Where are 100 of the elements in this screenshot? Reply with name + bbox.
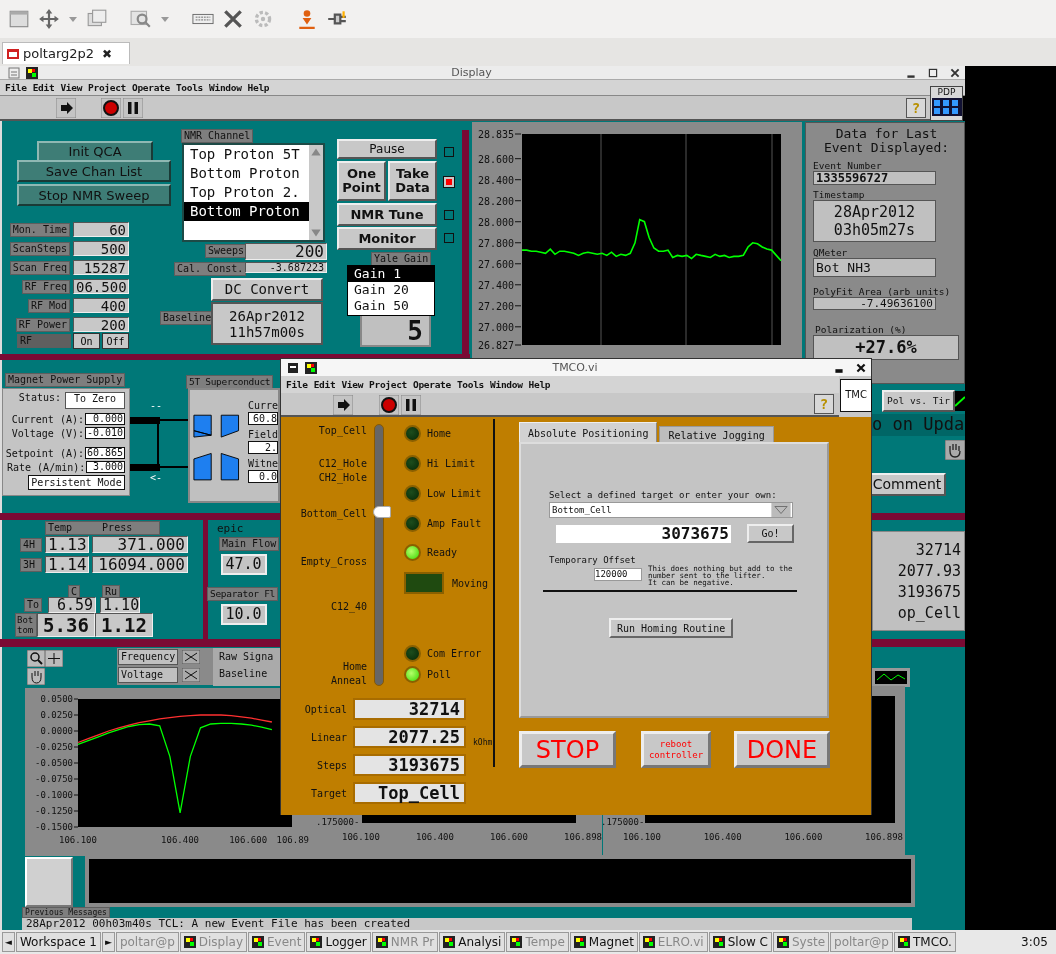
light-label: Com Error	[427, 648, 482, 659]
action-button[interactable]: One Point	[337, 161, 386, 201]
menu-item[interactable]: Tools	[175, 82, 204, 93]
list-item[interactable]: Bottom Proton	[184, 202, 309, 221]
light-label: Amp Fault	[427, 518, 482, 529]
list-item[interactable]: Bottom Proton	[184, 164, 309, 183]
position-label: Empty_Cross	[300, 556, 367, 567]
menu-item[interactable]: Edit	[313, 379, 336, 390]
download-person-icon[interactable]	[296, 8, 318, 30]
menu-item[interactable]: Operate	[132, 82, 170, 93]
panel-button[interactable]: Save Chan List	[17, 160, 171, 182]
param-field[interactable]: 15287	[73, 260, 129, 275]
plot-button[interactable]: Pol vs. Tir	[882, 390, 955, 412]
list-item[interactable]: Gain 1	[348, 266, 434, 282]
param-field[interactable]: 400	[73, 298, 129, 313]
legend-label: Baseline	[219, 668, 269, 680]
hand-icon[interactable]	[945, 440, 965, 460]
axis-label: -0.1500	[35, 822, 73, 832]
temp-value: 1.12	[95, 613, 153, 637]
menu-item[interactable]: View	[60, 82, 83, 93]
wave-icon[interactable]	[872, 668, 910, 687]
window-icon[interactable]	[8, 8, 30, 30]
axis-label: -0.0250	[35, 742, 73, 752]
menu-item[interactable]: Help	[247, 82, 270, 93]
menu-item[interactable]: File	[5, 82, 27, 93]
workspace-button[interactable]: Workspace 1	[15, 932, 101, 952]
action-button[interactable]: Monitor	[337, 227, 437, 250]
menu-item[interactable]: File	[286, 379, 308, 390]
panel-button[interactable]: Stop NMR Sweep	[17, 184, 171, 206]
window-title: TMCO.vi	[551, 361, 599, 374]
list-item[interactable]: Top Proton 5T	[184, 145, 309, 164]
list-item[interactable]: Gain 20	[348, 282, 434, 298]
close-icon[interactable]	[949, 66, 961, 79]
menu-item[interactable]: Project	[369, 379, 407, 390]
menu-item[interactable]: Project	[88, 82, 126, 93]
slider-thumb[interactable]	[373, 506, 391, 519]
taskbar-item[interactable]: TMCO.	[893, 932, 956, 952]
vi-icon	[252, 936, 265, 948]
window-menu-icon[interactable]	[287, 361, 299, 374]
magnifier-icon[interactable]	[130, 8, 152, 30]
run-arrow-icon[interactable]	[333, 395, 353, 415]
offset-field[interactable]: 120000	[594, 568, 642, 581]
maximize-icon[interactable]	[927, 66, 939, 79]
column-header: Press	[102, 522, 133, 534]
param-field[interactable]: 06.500	[73, 279, 129, 294]
stop-icon[interactable]	[379, 395, 399, 415]
menu-item[interactable]: Window	[209, 82, 242, 93]
menu-item[interactable]: Operate	[413, 379, 451, 390]
param-field[interactable]: 500	[73, 241, 129, 256]
document-tab[interactable]: poltarg2p2 ✖	[2, 42, 130, 64]
action-button[interactable]: Pause	[337, 139, 437, 159]
scale-icon[interactable]	[182, 668, 200, 682]
action-button[interactable]: NMR Tune	[337, 203, 437, 226]
param-field[interactable]: 200	[245, 243, 327, 260]
crosshair-icon[interactable]	[45, 650, 63, 667]
pause-icon[interactable]	[123, 98, 143, 118]
close-icon[interactable]	[855, 361, 867, 374]
menu-item[interactable]: View	[341, 379, 364, 390]
square-button[interactable]	[25, 857, 73, 907]
taskbar-item[interactable]: Analysi	[439, 932, 506, 952]
menu-item[interactable]: Window	[490, 379, 523, 390]
zoom-icon[interactable]	[27, 650, 45, 667]
taskbar-item[interactable]: Slow C	[708, 932, 772, 952]
scale-icon[interactable]	[182, 650, 200, 664]
convert-button[interactable]: DC Convert	[211, 278, 323, 301]
param-field[interactable]: 60	[73, 222, 129, 237]
menu-item[interactable]: Edit	[32, 82, 55, 93]
field-label: Voltage (V):	[11, 427, 84, 439]
action-button[interactable]: Take Data	[388, 161, 437, 201]
tab[interactable]: Absolute Positioning	[519, 422, 658, 444]
target-value-field[interactable]: 3073675	[556, 524, 731, 543]
list-label: NMR Channel	[181, 129, 254, 143]
field-value: 3.000	[86, 461, 125, 473]
close-button[interactable]: ✖	[102, 46, 113, 61]
readout-value: 32714	[915, 540, 961, 561]
panel-button[interactable]: Init QCA	[37, 141, 153, 162]
axis-label: 27.000	[477, 321, 514, 333]
next-button[interactable]: ►	[101, 932, 115, 952]
vi-icon	[26, 66, 38, 79]
hand-icon[interactable]	[27, 668, 45, 685]
target-dropdown[interactable]: Bottom_Cell	[549, 502, 793, 518]
taskbar-item[interactable]: Magnet	[569, 932, 638, 952]
stop-icon[interactable]	[101, 98, 121, 118]
move-arrows-icon[interactable]	[38, 8, 60, 30]
list-item[interactable]: Top Proton 2.	[184, 183, 309, 202]
menu-item[interactable]: Tools	[456, 379, 485, 390]
menu-item[interactable]: Help	[528, 379, 551, 390]
list-item[interactable]: Gain 50	[348, 298, 434, 314]
field-value: 60.865	[85, 447, 125, 459]
previous-button[interactable]: ◄	[2, 932, 15, 952]
panel-title: Data for Last Event Displayed:	[822, 127, 951, 155]
run-arrow-icon[interactable]	[56, 98, 76, 118]
homing-button[interactable]: Run Homing Routine	[609, 618, 734, 638]
toggle-button[interactable]: Off	[102, 333, 129, 349]
param-field[interactable]: 200	[73, 317, 129, 332]
param-field[interactable]: -3.687223	[245, 262, 327, 273]
go-button[interactable]: Go!	[747, 524, 794, 543]
taskbar-item[interactable]: Logger	[306, 932, 371, 952]
toggle-button[interactable]: On	[73, 333, 100, 349]
pause-icon[interactable]	[401, 395, 421, 415]
